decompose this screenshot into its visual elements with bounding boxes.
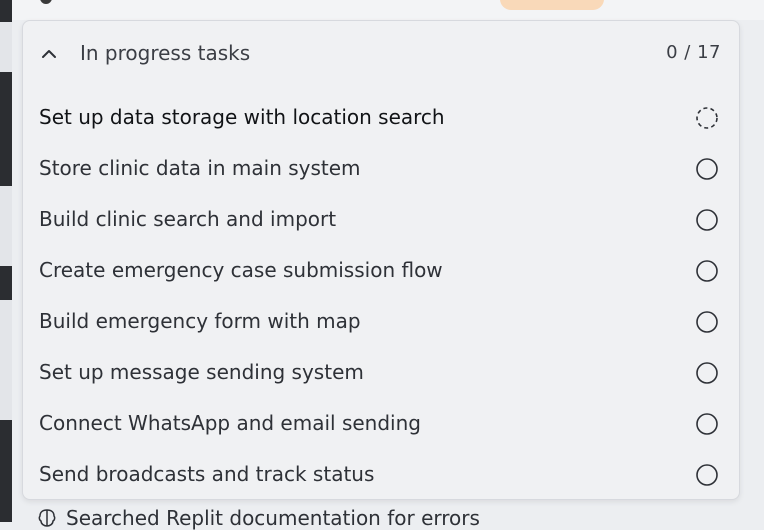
pending-circle-icon bbox=[696, 413, 718, 435]
task-label: Set up data storage with location search bbox=[39, 105, 445, 129]
task-item[interactable]: Create emergency case submission flow bbox=[23, 246, 739, 297]
task-item[interactable]: Send broadcasts and track status bbox=[23, 450, 739, 501]
task-item[interactable]: Set up message sending system bbox=[23, 348, 739, 399]
pending-circle-icon bbox=[696, 464, 718, 486]
task-label: Create emergency case submission flow bbox=[39, 258, 443, 282]
tasks-panel: In progress tasks 0 / 17 Set up data sto… bbox=[22, 20, 740, 500]
pending-circle-icon bbox=[696, 362, 718, 384]
chevron-up-icon[interactable] bbox=[37, 42, 61, 66]
pending-circle-icon bbox=[696, 209, 718, 231]
task-label: Build clinic search and import bbox=[39, 207, 337, 231]
tasks-panel-header[interactable]: In progress tasks 0 / 17 bbox=[23, 21, 739, 87]
task-label: Build emergency form with map bbox=[39, 309, 361, 333]
pending-circle-icon bbox=[696, 260, 718, 282]
task-item[interactable]: Build clinic search and import bbox=[23, 195, 739, 246]
task-label: Store clinic data in main system bbox=[39, 156, 361, 180]
task-item[interactable]: Store clinic data in main system bbox=[23, 144, 739, 195]
task-list: Set up data storage with location search… bbox=[23, 93, 739, 501]
pending-circle-icon bbox=[696, 311, 718, 333]
task-label: Send broadcasts and track status bbox=[39, 462, 375, 486]
task-label: Set up message sending system bbox=[39, 360, 364, 384]
task-item[interactable]: Set up data storage with location search bbox=[23, 93, 739, 144]
background-header bbox=[0, 0, 764, 20]
tasks-panel-title: In progress tasks bbox=[80, 41, 251, 65]
background-left-panel bbox=[0, 0, 12, 522]
pending-circle-icon bbox=[696, 158, 718, 180]
task-item[interactable]: Connect WhatsApp and email sending bbox=[23, 399, 739, 450]
status-dot bbox=[40, 0, 52, 4]
activity-log-text: Searched Replit documentation for errors bbox=[66, 506, 480, 530]
task-label: Connect WhatsApp and email sending bbox=[39, 411, 421, 435]
activity-log-item: Searched Replit documentation for errors bbox=[36, 506, 480, 530]
tasks-progress-count: 0 / 17 bbox=[666, 42, 721, 63]
brain-icon bbox=[38, 509, 56, 527]
in-progress-icon bbox=[696, 107, 718, 129]
task-item[interactable]: Build emergency form with map bbox=[23, 297, 739, 348]
status-badge bbox=[500, 0, 604, 10]
